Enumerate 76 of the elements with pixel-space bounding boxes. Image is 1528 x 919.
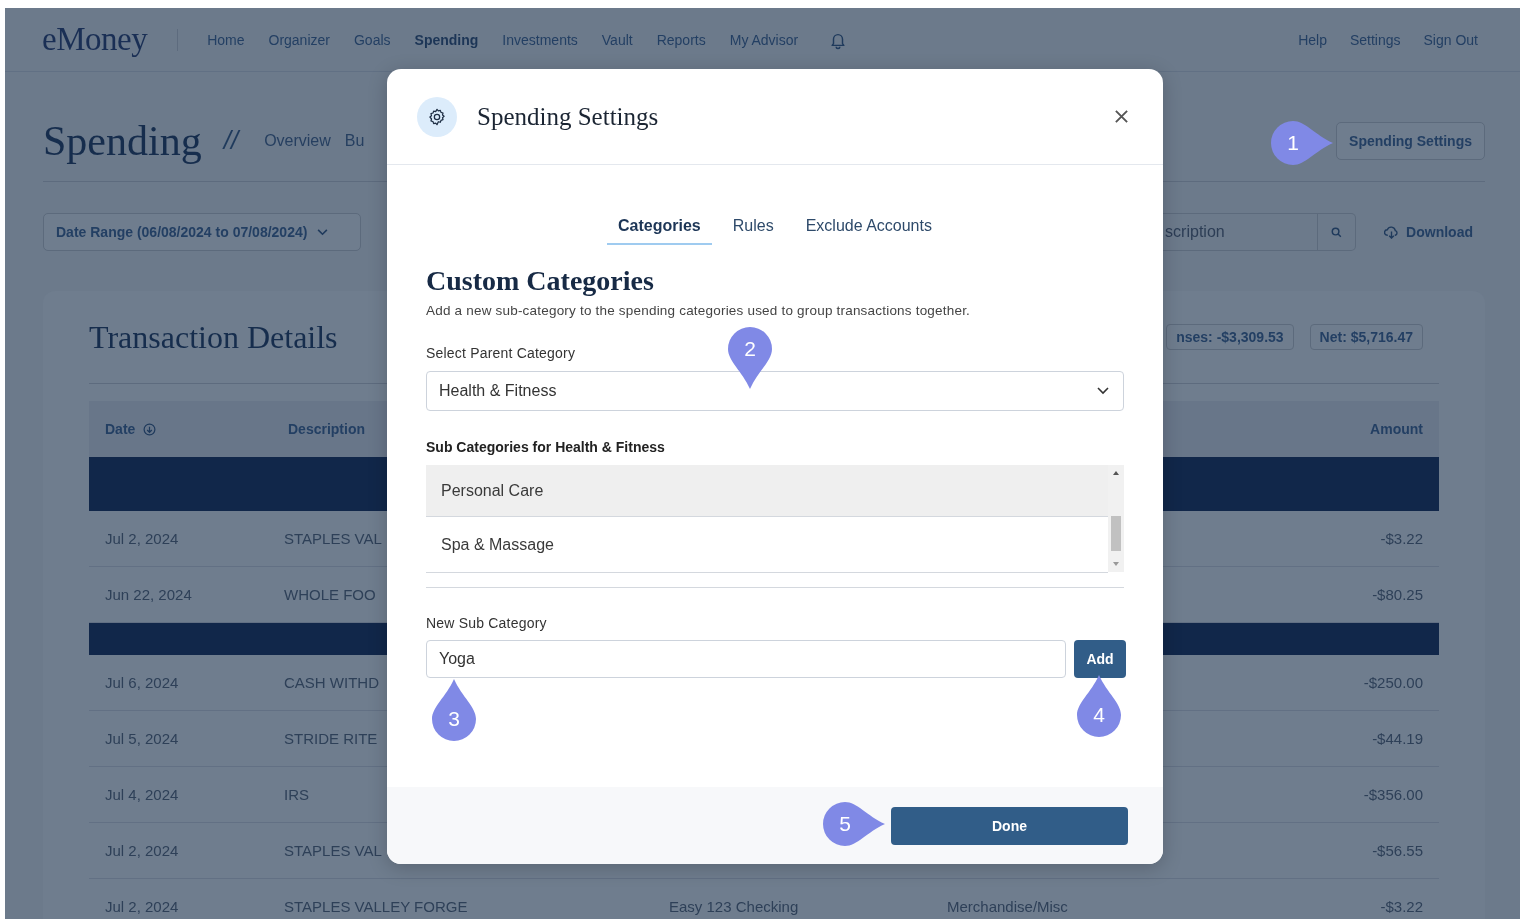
table-cell: WHOLE FOO xyxy=(284,586,376,603)
table-cell: STAPLES VALLEY FORGE xyxy=(284,898,468,915)
table-cell: Jul 4, 2024 xyxy=(105,786,179,803)
table-cell: Jul 5, 2024 xyxy=(105,730,179,747)
section-heading: Custom Categories xyxy=(426,265,655,297)
table-cell: -$3.22 xyxy=(1380,898,1423,915)
table-cell: Merchandise/Misc xyxy=(947,898,1068,915)
list-heading: Sub Categories for Health & Fitness xyxy=(426,439,666,455)
column-header[interactable]: Date xyxy=(89,421,272,437)
step-marker: 2 xyxy=(728,327,772,389)
header-link[interactable]: Sign Out xyxy=(1423,31,1478,48)
field-label: New Sub Category xyxy=(426,615,547,631)
nav-item[interactable]: Investments xyxy=(493,8,587,72)
description: Add a new sub-category to the spending categories used to group transactions together. xyxy=(426,303,972,318)
nav-item[interactable]: Organizer xyxy=(259,8,339,72)
done-button[interactable]: Done xyxy=(891,806,1128,845)
chevron-down-icon xyxy=(317,228,329,236)
column-header[interactable]: Amount xyxy=(1231,421,1439,437)
table-cell: -$56.55 xyxy=(1372,842,1423,859)
table-cell: -$3.22 xyxy=(1380,530,1423,547)
search-button[interactable] xyxy=(1318,213,1357,251)
tab[interactable]: Rules xyxy=(721,209,785,245)
summary-tag: nses: -$3,309.53 xyxy=(1166,324,1294,350)
step-marker: 5 xyxy=(823,802,885,846)
table-cell: Jul 6, 2024 xyxy=(105,674,179,691)
nav-item[interactable]: Home xyxy=(198,8,254,72)
table-cell: IRS xyxy=(284,786,309,803)
cloud-download-icon xyxy=(1384,225,1400,239)
summary-tag: Net: $5,716.47 xyxy=(1309,324,1423,350)
table-cell: Jul 2, 2024 xyxy=(105,530,179,547)
table-cell: STAPLES VAL xyxy=(284,842,382,859)
header-link[interactable]: Help xyxy=(1298,31,1327,48)
search-icon xyxy=(1331,226,1343,238)
field-label: Select Parent Category xyxy=(426,345,576,361)
nav-item[interactable]: Vault xyxy=(592,8,642,72)
sub-tab[interactable]: Overview xyxy=(264,131,331,150)
table-cell: Jul 2, 2024 xyxy=(105,842,179,859)
table-cell: -$356.00 xyxy=(1363,786,1423,803)
table-cell: Jun 22, 2024 xyxy=(105,586,192,603)
input-field[interactable]: Yoga xyxy=(426,640,1066,678)
settings-icon xyxy=(417,96,457,137)
nav-item[interactable]: Reports xyxy=(647,8,715,72)
table-cell: CASH WITHD xyxy=(284,674,379,691)
close-icon xyxy=(1114,109,1129,124)
add-button[interactable]: Add xyxy=(1074,640,1126,678)
tab[interactable]: Categories xyxy=(607,209,712,245)
step-marker: 1 xyxy=(1271,121,1333,165)
table-cell: -$44.19 xyxy=(1372,730,1423,747)
table-cell: STRIDE RITE xyxy=(284,730,378,747)
table-cell: -$80.25 xyxy=(1372,586,1423,603)
list-item[interactable]: Spa & Massage xyxy=(426,517,1108,573)
nav-item[interactable]: Goals xyxy=(344,8,400,72)
sub-tab[interactable]: Bu xyxy=(344,131,365,150)
table-cell: STAPLES VAL xyxy=(284,530,382,547)
header-link[interactable]: Settings xyxy=(1349,31,1401,48)
table-cell: Easy 123 Checking xyxy=(669,898,799,915)
date-range-dropdown[interactable]: Date Range (06/08/2024 to 07/08/2024) xyxy=(43,213,361,251)
table-cell: Jul 2, 2024 xyxy=(105,898,179,915)
step-marker: 4 xyxy=(1077,675,1121,737)
nav-item[interactable]: My Advisor xyxy=(720,8,808,72)
dialog-title: Spending Settings xyxy=(477,102,659,131)
separator: // xyxy=(223,125,239,156)
tab[interactable]: Exclude Accounts xyxy=(794,209,943,245)
spending-settings-button[interactable]: Spending Settings xyxy=(1336,121,1485,160)
chevron-down-icon xyxy=(1097,387,1109,395)
search-field[interactable]: scription xyxy=(1163,213,1319,251)
card-title: Transaction Details xyxy=(89,318,338,356)
logo[interactable]: eMoney xyxy=(42,21,148,58)
step-marker: 3 xyxy=(432,679,476,741)
table-cell: -$250.00 xyxy=(1363,674,1423,691)
parent-category-dropdown[interactable]: Health & Fitness xyxy=(426,371,1124,411)
sort-icon[interactable] xyxy=(143,422,157,436)
download-button[interactable]: Download xyxy=(1384,224,1485,240)
page-title: Spending xyxy=(43,116,202,165)
scrollbar[interactable] xyxy=(1108,465,1124,572)
list-item[interactable]: Personal Care xyxy=(426,465,1108,517)
